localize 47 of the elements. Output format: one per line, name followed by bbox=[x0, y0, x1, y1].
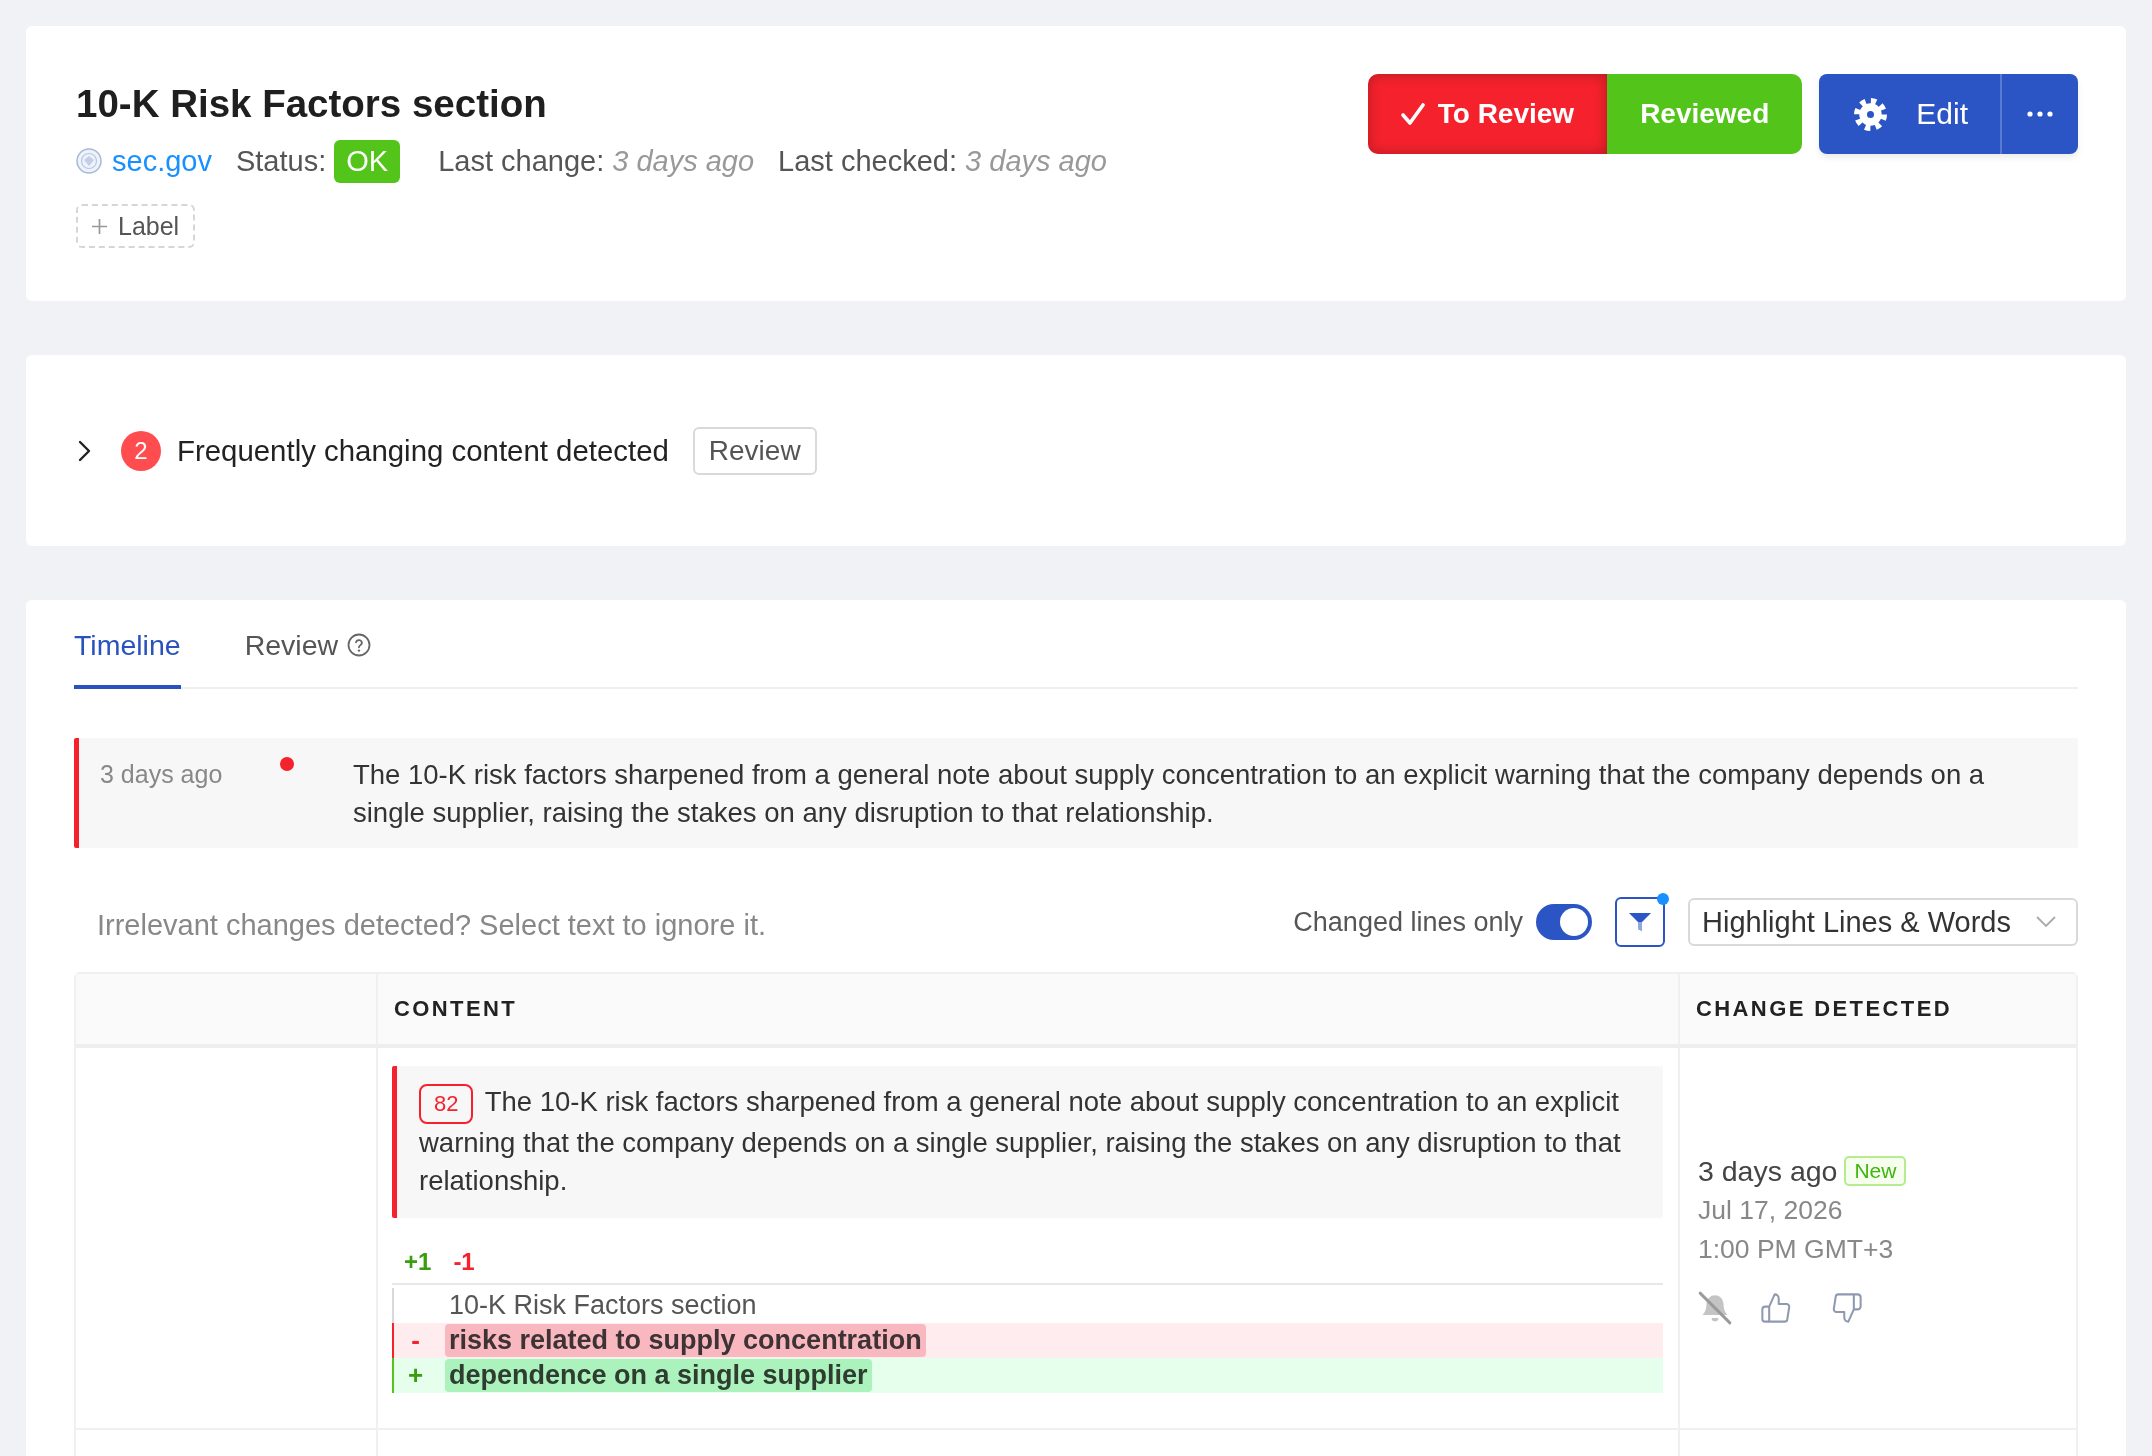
tab[interactable]: Timeline bbox=[74, 625, 181, 689]
last-change-label: Last change: bbox=[438, 144, 605, 178]
excerpt-text: 82 The 10-K risk factors sharpened from a general note about supply concentration to an explicit warning that the company depends on a single supplier, raising the stakes on any disruption to that relationship. bbox=[419, 1083, 1643, 1200]
highlight-mode-select[interactable]: Highlight Lines & Words bbox=[1688, 898, 2078, 946]
more-icon bbox=[2027, 111, 2053, 117]
removed-count: -1 bbox=[453, 1246, 475, 1277]
hint-text: Irrelevant changes detected? Select text to ignore it. bbox=[97, 907, 767, 942]
thumbs-up-icon[interactable] bbox=[1761, 1292, 1791, 1323]
filter-icon bbox=[1628, 911, 1652, 933]
gear-icon bbox=[1854, 97, 1888, 131]
added-count: +1 bbox=[404, 1246, 432, 1277]
thumbs-down-icon[interactable] bbox=[1832, 1292, 1862, 1323]
diff-sign: + bbox=[392, 1357, 437, 1393]
column-header: CHANGE DETECTED bbox=[1678, 974, 2076, 1044]
page-title: 10-K Risk Factors section bbox=[76, 81, 548, 127]
review-state-button[interactable]: To Review bbox=[1367, 74, 1608, 154]
review-button[interactable]: Review bbox=[692, 426, 817, 475]
diff-text: dependence on a single supplier bbox=[445, 1358, 872, 1392]
diff-text: 10-K Risk Factors section bbox=[448, 1288, 758, 1322]
tab[interactable]: Review bbox=[244, 625, 372, 689]
bell-off-icon[interactable] bbox=[1698, 1290, 1732, 1325]
status-tag: OK bbox=[334, 139, 401, 183]
plus-icon bbox=[91, 217, 108, 235]
changed-lines-toggle[interactable] bbox=[1536, 904, 1592, 940]
new-tag: New bbox=[1844, 1155, 1907, 1186]
entry-summary: The 10-K risk factors sharpened from a general note about supply concentration to an explicit warning that the company depends on a single supplier, raising the stakes on any disruption to that relationship. bbox=[353, 758, 1986, 830]
chevron-down-icon bbox=[2036, 916, 2056, 928]
timeline-entry[interactable] bbox=[74, 738, 2078, 848]
last-checked-value: 3 days ago bbox=[965, 144, 1107, 178]
last-checked-label: Last checked: bbox=[778, 144, 958, 178]
check-icon bbox=[1400, 103, 1425, 125]
detected-time: 1:00 PM GMT+3 bbox=[1698, 1232, 1894, 1266]
toggle-label: Changed lines only bbox=[1293, 906, 1523, 938]
diff-text: risks related to supply concentration bbox=[445, 1323, 926, 1357]
count-badge: 2 bbox=[121, 430, 161, 471]
column-header: CONTENT bbox=[376, 974, 1678, 1044]
edit-button[interactable]: Edit bbox=[1819, 74, 2000, 154]
entry-time: 3 days ago bbox=[100, 759, 224, 790]
detected-ago: 3 days ago bbox=[1698, 1153, 1838, 1189]
chevron-icon[interactable] bbox=[78, 439, 92, 462]
status-label: Status: bbox=[235, 144, 327, 178]
alert-text: Frequently changing content detected bbox=[177, 433, 669, 468]
help-icon[interactable] bbox=[347, 633, 372, 657]
seal-icon bbox=[76, 148, 102, 174]
add-label-button[interactable]: Label bbox=[76, 204, 196, 248]
last-change-value: 3 days ago bbox=[612, 144, 755, 178]
detected-date: Jul 17, 2026 bbox=[1698, 1193, 1843, 1227]
